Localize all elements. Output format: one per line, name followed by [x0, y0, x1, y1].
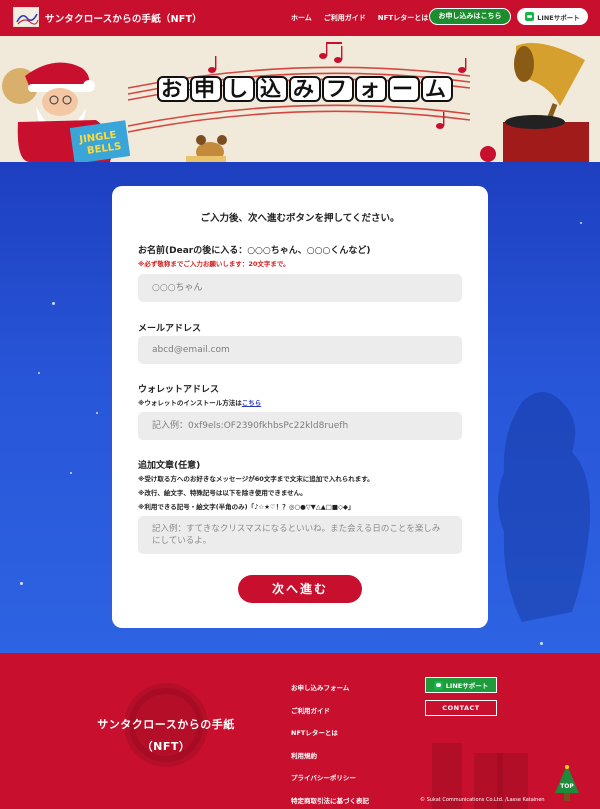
email-input[interactable] [138, 336, 462, 364]
totop-button[interactable]: TOP [553, 763, 581, 803]
form-intro: ご入力後、次へ進むボタンを押してください。 [200, 213, 400, 224]
extra-message-input[interactable] [138, 516, 462, 554]
wallet-input[interactable] [138, 412, 462, 440]
star-decoration [96, 412, 98, 414]
star-decoration [70, 472, 72, 474]
name-input[interactable] [138, 274, 462, 302]
next-button[interactable]: 次へ進む [238, 575, 362, 603]
apply-button[interactable]: お申し込みはこちら [429, 8, 511, 25]
star-decoration [580, 222, 582, 224]
extra-note-2: ※改行、絵文字、特殊記号は以下を除き使用できません。 [138, 489, 307, 497]
site-title[interactable]: サンタクロースからの手紙（NFT） [45, 11, 202, 25]
footer-link-privacy[interactable]: プライバシーポリシー [291, 772, 369, 795]
extra-label: 追加文章(任意) [138, 461, 201, 471]
hero-title: お申し込みフォーム [157, 76, 454, 102]
santa-silhouette [498, 392, 591, 622]
email-label: メールアドレス [138, 324, 202, 334]
line-icon [525, 12, 535, 21]
footer-links: お申し込みフォーム ご利用ガイド NFTレターとは 利用規約 プライバシーポリシ… [291, 682, 369, 809]
footer-link-guide[interactable]: ご利用ガイド [291, 705, 369, 728]
wallet-install-link[interactable]: こちら [242, 399, 262, 407]
extra-note-1: ※受け取る方へのお好きなメッセージが60文字まで文末に追加で入れられます。 [138, 475, 374, 483]
copyright: © Sukat Communications Co.Ltd. /Lasse Ka… [420, 797, 545, 803]
footer-link-commerce-law[interactable]: 特定商取引法に基づく表記 [291, 795, 369, 809]
footer-link-form[interactable]: お申し込みフォーム [291, 682, 369, 705]
wallet-label: ウォレットアドレス [138, 385, 220, 395]
footer-line-support-button[interactable]: LINEサポート [425, 677, 497, 693]
gramophone-illustration [480, 43, 589, 162]
line-support-label: LINEサポート [537, 13, 580, 22]
site-footer: サンタクロースからの手紙 （NFT） お申し込みフォーム ご利用ガイド NFTレ… [0, 653, 600, 809]
hero-banner: JINGLE BELLS お申し込みフォーム [0, 36, 600, 162]
footer-link-nft-letter[interactable]: NFTレターとは [291, 727, 369, 750]
name-label: お名前(Dearの後に入る：○○○ちゃん、○○○くんなど) [138, 246, 371, 256]
footer-line-label: LINEサポート [445, 682, 489, 690]
line-icon [433, 680, 443, 690]
extra-note-3: ※利用できる記号・絵文字(半角のみ)「♪☆★♡！？◎○●▽▼△▲□■◇◆」 [138, 503, 355, 511]
contact-button[interactable]: CONTACT [425, 700, 497, 716]
main-nav: ホーム ご利用ガイド NFTレターとは [291, 13, 440, 23]
star-decoration [52, 302, 55, 305]
santa-illustration: JINGLE BELLS [2, 62, 131, 162]
footer-link-terms[interactable]: 利用規約 [291, 750, 369, 773]
mouse-illustration [186, 135, 227, 162]
site-logo[interactable] [13, 7, 39, 27]
svg-text:TOP: TOP [560, 783, 574, 790]
wallet-note: ※ウォレットのインストール方法はこちら [138, 399, 262, 407]
star-decoration [20, 582, 23, 585]
application-form: ご入力後、次へ進むボタンを押してください。 お名前(Dearの後に入る：○○○ち… [112, 186, 488, 628]
line-support-button[interactable]: LINEサポート [517, 8, 588, 25]
name-note: ※必ず敬称までご入力お願いします：20文字まで。 [138, 260, 290, 268]
star-decoration [540, 642, 543, 645]
nav-guide[interactable]: ご利用ガイド [324, 13, 366, 23]
footer-title: サンタクロースからの手紙 （NFT） [97, 718, 235, 753]
nav-home[interactable]: ホーム [291, 13, 312, 23]
nav-nft-letter[interactable]: NFTレターとは [378, 13, 428, 23]
star-decoration [38, 372, 40, 374]
site-header: サンタクロースからの手紙（NFT） ホーム ご利用ガイド NFTレターとは お申… [0, 0, 600, 36]
